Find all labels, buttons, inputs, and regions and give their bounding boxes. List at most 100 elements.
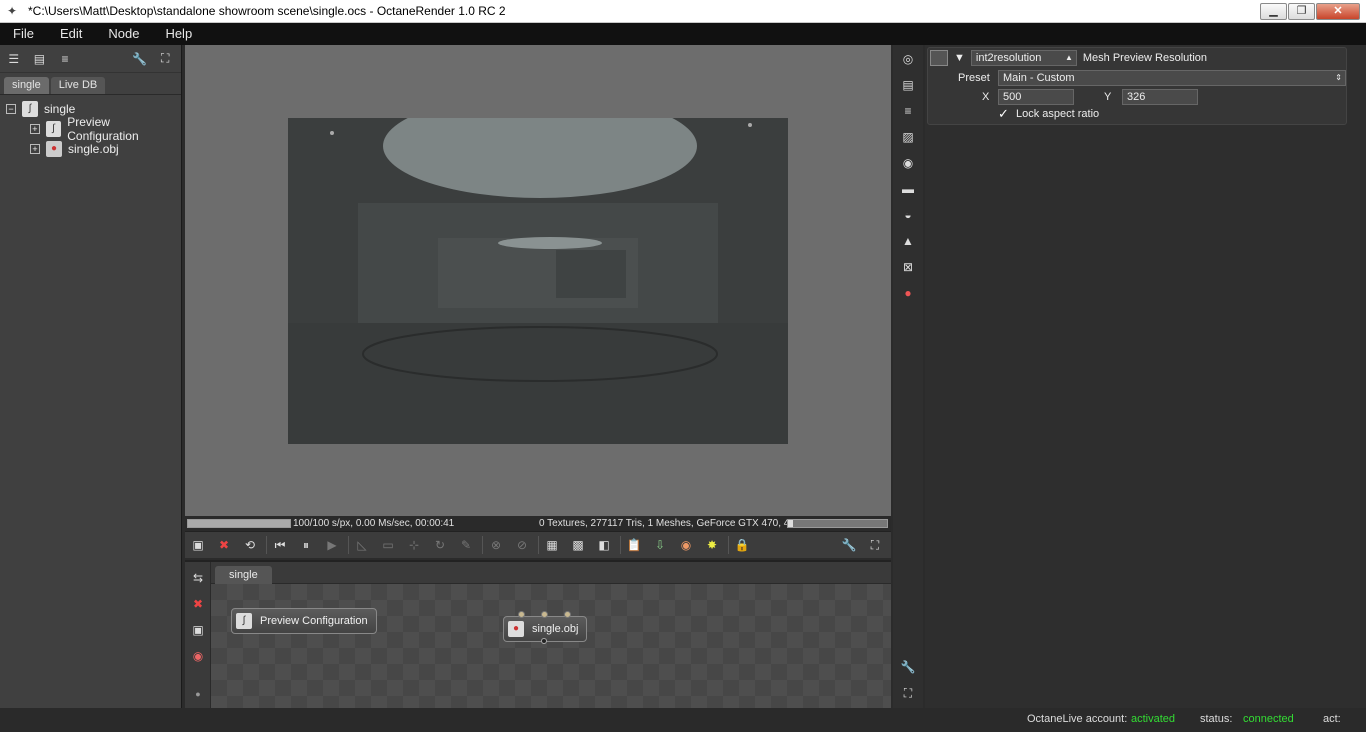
account-status: activated bbox=[1131, 713, 1176, 725]
list-icon[interactable]: ≡ bbox=[55, 49, 75, 69]
node-preview-configuration[interactable]: ∫ Preview Configuration bbox=[231, 608, 377, 634]
save-image-icon[interactable]: ▣ bbox=[188, 535, 208, 555]
x-label: X bbox=[982, 91, 990, 103]
graph-canvas[interactable]: ∫ Preview Configuration ● single.obj bbox=[211, 584, 891, 708]
chevron-updown-icon: ▲ bbox=[1064, 53, 1073, 62]
output-pin[interactable] bbox=[541, 638, 547, 644]
render-toolbar: ▣ ✖ ⟲ ⏮ ⏸ ▶ ◺ ▭ ⊹ ↻ ✎ ⊗ ⊘ ▦ ▩ ◧ 📋 ⇩ ◉ ✸ … bbox=[185, 531, 891, 558]
list-icon[interactable]: ≡ bbox=[898, 101, 918, 121]
material-icon[interactable]: ● bbox=[898, 283, 918, 303]
wrench-icon[interactable]: 🔧 bbox=[898, 657, 918, 677]
layers-icon[interactable]: ▤ bbox=[898, 75, 918, 95]
node-label: Preview Configuration bbox=[260, 615, 368, 627]
node-graph-icon: ∫ bbox=[236, 613, 252, 629]
menu-file[interactable]: File bbox=[0, 23, 47, 45]
play-icon[interactable]: ▶ bbox=[322, 535, 342, 555]
stop-render-icon[interactable]: ✖ bbox=[214, 535, 234, 555]
camera-settings-icon[interactable]: ◎ bbox=[898, 49, 918, 69]
contrast-icon[interactable]: ◧ bbox=[594, 535, 614, 555]
import-icon[interactable]: ⇩ bbox=[650, 535, 670, 555]
tab-single[interactable]: single bbox=[4, 77, 49, 94]
render-status-bar: 100/100 s/px, 0.00 Ms/sec, 00:00:41 0 Te… bbox=[185, 516, 891, 531]
outliner-tabs: single Live DB bbox=[0, 73, 181, 95]
imager-icon[interactable]: ▲ bbox=[898, 231, 918, 251]
node-inspector-toolbar: ◎ ▤ ≡ ▨ ◉ ▬ ◒ ▲ ⊠ ● 🔧 ⛶ bbox=[893, 45, 923, 708]
fullscreen-icon[interactable]: ⛶ bbox=[898, 683, 918, 703]
panel-title: Mesh Preview Resolution bbox=[1082, 52, 1208, 64]
node-graph-icon: ∫ bbox=[45, 121, 62, 137]
lock-aspect-label: Lock aspect ratio bbox=[1016, 108, 1100, 120]
fullscreen-icon[interactable]: ⛶ bbox=[865, 535, 885, 555]
outliner-toolbar: ☰ ▤ ≡ 🔧 ⛶ bbox=[0, 45, 181, 73]
kernel-icon[interactable]: ⊠ bbox=[898, 257, 918, 277]
rewind-icon[interactable]: ⏮ bbox=[270, 535, 290, 555]
render-progress-bar bbox=[187, 519, 291, 528]
minimize-button[interactable]: ▁ bbox=[1260, 3, 1287, 20]
close-button[interactable]: ✕ bbox=[1316, 3, 1360, 20]
checker-bg-icon[interactable]: ▦ bbox=[542, 535, 562, 555]
node-type-select[interactable]: int2resolution ▲ bbox=[970, 50, 1077, 66]
expand-icon[interactable]: + bbox=[30, 124, 40, 134]
render-stats: 100/100 s/px, 0.00 Ms/sec, 00:00:41 bbox=[293, 518, 455, 529]
autofocus-icon[interactable]: ⊹ bbox=[404, 535, 424, 555]
menu-help[interactable]: Help bbox=[152, 23, 205, 45]
tab-live-db[interactable]: Live DB bbox=[50, 77, 106, 94]
sun-icon[interactable]: ✸ bbox=[702, 535, 722, 555]
tree-item-preview-configuration[interactable]: + ∫ Preview Configuration bbox=[0, 115, 181, 143]
add-material-icon[interactable]: ◉ bbox=[188, 646, 208, 666]
fullscreen-icon[interactable]: ⛶ bbox=[155, 49, 175, 69]
input-pin[interactable] bbox=[564, 611, 571, 618]
lock-icon[interactable]: 🔒 bbox=[732, 535, 752, 555]
wrench-icon[interactable]: 🔧 bbox=[130, 49, 150, 69]
menu-edit[interactable]: Edit bbox=[47, 23, 95, 45]
environment-icon[interactable]: ◒ bbox=[898, 205, 918, 225]
panel-icon[interactable] bbox=[930, 50, 948, 66]
maximize-button[interactable]: ❐ bbox=[1288, 3, 1315, 20]
tab-graph-single[interactable]: single bbox=[215, 566, 272, 584]
lock-aspect-checkbox[interactable]: ✓ bbox=[998, 107, 1010, 120]
pick-icon[interactable]: ✎ bbox=[456, 535, 476, 555]
reset-camera-icon[interactable]: ⊘ bbox=[512, 535, 532, 555]
region-render-icon[interactable]: ◺ bbox=[352, 535, 372, 555]
delete-node-icon[interactable]: ✖ bbox=[188, 594, 208, 614]
layers-icon[interactable]: ▤ bbox=[30, 49, 50, 69]
node-graph-icon: ∫ bbox=[22, 101, 38, 117]
add-camera-icon[interactable]: ▣ bbox=[188, 620, 208, 640]
tree-item-label: Preview Configuration bbox=[67, 115, 139, 143]
input-pin[interactable] bbox=[541, 611, 548, 618]
graph-layout-icon[interactable]: ⇆ bbox=[188, 568, 208, 588]
alpha-icon[interactable]: ▩ bbox=[568, 535, 588, 555]
restart-icon[interactable]: ⟲ bbox=[240, 535, 260, 555]
account-label: OctaneLive account: bbox=[1027, 713, 1128, 725]
preset-select[interactable]: Main - Custom ⇕ bbox=[998, 70, 1346, 86]
status-bar: OctaneLive account: activated status: co… bbox=[0, 708, 1366, 732]
window-controls: ▁ ❐ ✕ bbox=[1259, 3, 1360, 20]
image-icon[interactable]: ▨ bbox=[898, 127, 918, 147]
resolution-x-field[interactable]: 500 bbox=[998, 89, 1074, 105]
resolution-panel: ▼ int2resolution ▲ Mesh Preview Resoluti… bbox=[927, 47, 1347, 125]
render-viewport[interactable] bbox=[185, 45, 891, 516]
outliner-tree-icon[interactable]: ☰ bbox=[4, 49, 24, 69]
resolution-y-field[interactable]: 326 bbox=[1122, 89, 1198, 105]
dot-icon[interactable]: ● bbox=[188, 684, 208, 704]
wrench-icon[interactable]: 🔧 bbox=[839, 535, 859, 555]
camera-icon[interactable]: ◉ bbox=[898, 153, 918, 173]
material-icon[interactable]: ◉ bbox=[676, 535, 696, 555]
window-title: *C:\Users\Matt\Desktop\standalone showro… bbox=[28, 4, 506, 18]
node-graph-editor: ⇆ ✖ ▣ ◉ ● single ∫ Preview Configuration… bbox=[185, 560, 891, 708]
orbit-icon[interactable]: ↻ bbox=[430, 535, 450, 555]
octane-app-icon[interactable]: ✦ bbox=[4, 4, 20, 18]
expand-icon[interactable]: + bbox=[30, 144, 40, 154]
film-icon[interactable]: ▬ bbox=[898, 179, 918, 199]
collapse-arrow-icon[interactable]: ▼ bbox=[954, 52, 965, 64]
collapse-icon[interactable]: − bbox=[6, 104, 16, 114]
menu-node[interactable]: Node bbox=[95, 23, 152, 45]
lock-camera-icon[interactable]: ⊗ bbox=[486, 535, 506, 555]
viewport-icon[interactable]: ▭ bbox=[378, 535, 398, 555]
clipboard-icon[interactable]: 📋 bbox=[624, 535, 644, 555]
render-image[interactable] bbox=[288, 118, 788, 444]
input-pin[interactable] bbox=[518, 611, 525, 618]
pause-icon[interactable]: ⏸ bbox=[296, 535, 316, 555]
y-label: Y bbox=[1104, 91, 1112, 103]
act-label: act: bbox=[1323, 713, 1341, 725]
